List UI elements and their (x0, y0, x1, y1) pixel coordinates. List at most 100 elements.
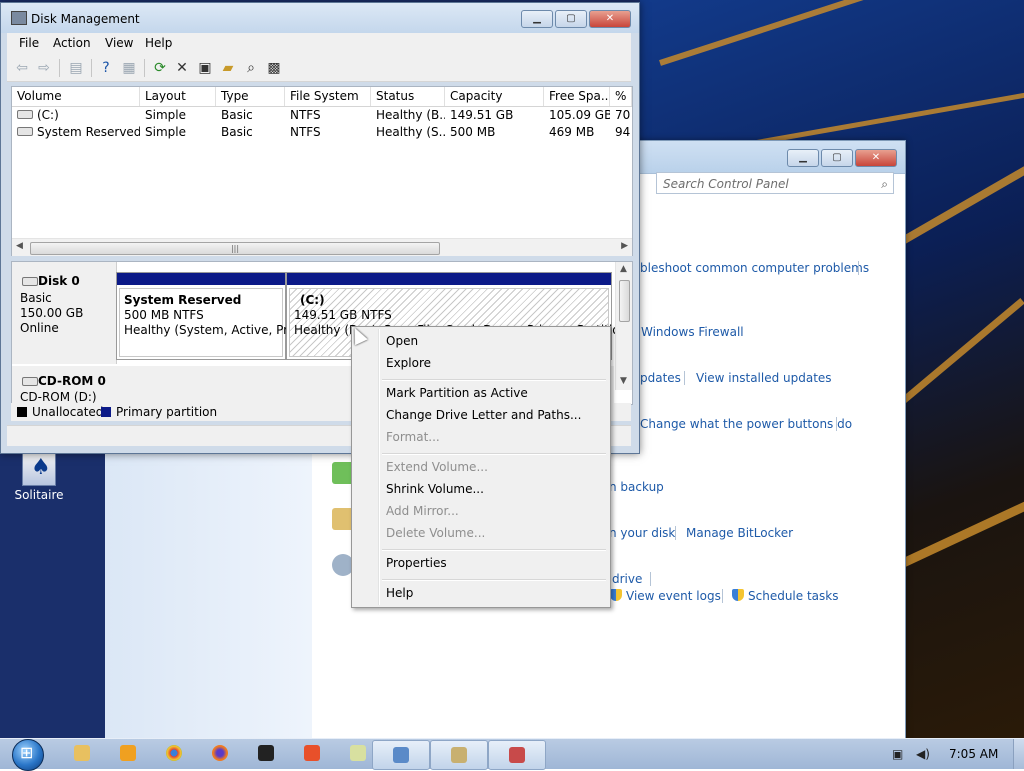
scrollbar-thumb[interactable] (619, 280, 630, 322)
scroll-down-icon[interactable]: ▼ (620, 376, 627, 386)
table-row[interactable]: (C:) Simple Basic NTFS Healthy (B... 149… (12, 107, 632, 124)
horizontal-scrollbar[interactable]: ◀ ||| ▶ (12, 238, 632, 256)
menu-action[interactable]: Action (53, 36, 91, 50)
disk-management-titlebar[interactable]: Disk Management ▁ ▢ ✕ (1, 3, 639, 33)
desktop-icon-solitaire[interactable]: Solitaire (10, 452, 68, 502)
cell-type: Basic (221, 108, 253, 122)
link-backup[interactable]: n backup (609, 480, 664, 494)
delete-icon[interactable]: ✕ (173, 59, 191, 77)
maximize-button[interactable]: ▢ (555, 10, 587, 28)
menu-item-mark-active[interactable]: Mark Partition as Active (386, 386, 528, 400)
search-icon[interactable]: ⌕ (242, 59, 260, 77)
action-pane-icon[interactable]: ▦ (120, 59, 138, 77)
taskbar-chrome[interactable] (162, 743, 186, 765)
minimize-button[interactable]: ▁ (521, 10, 553, 28)
link-view-event-logs[interactable]: View event logs (610, 589, 721, 603)
column-header-status[interactable]: Status (371, 87, 445, 106)
open-folder-icon[interactable]: ▰ (219, 59, 237, 77)
menu-item-help[interactable]: Help (386, 586, 413, 600)
toolbar-separator (144, 59, 145, 77)
search-icon[interactable]: ⌕ (881, 173, 888, 195)
scroll-right-icon[interactable]: ▶ (621, 241, 628, 251)
cell-volume: System Reserved (37, 125, 140, 139)
taskbar-notepad[interactable] (346, 743, 370, 765)
settings-icon[interactable]: ▩ (265, 59, 283, 77)
link-label: View event logs (626, 589, 721, 603)
menu-view[interactable]: View (105, 36, 133, 50)
menu-item-shrink-volume[interactable]: Shrink Volume... (386, 482, 484, 496)
scroll-up-icon[interactable]: ▲ (620, 264, 627, 274)
link-power-buttons[interactable]: Change what the power buttons do (640, 417, 852, 431)
maximize-button[interactable]: ▢ (821, 149, 853, 167)
table-row[interactable]: System Reserved Simple Basic NTFS Health… (12, 124, 632, 141)
disk-icon (22, 277, 38, 286)
link-manage-bitlocker[interactable]: Manage BitLocker (686, 526, 793, 540)
refresh-icon[interactable]: ⟳ (151, 59, 169, 77)
show-desktop-button[interactable] (1013, 739, 1024, 769)
link-disk[interactable]: n your disk (609, 526, 675, 540)
link-drive[interactable]: drive (612, 572, 642, 586)
link-troubleshoot[interactable]: bleshoot common computer problems (640, 261, 869, 275)
link-windows-updates[interactable]: pdates (640, 371, 681, 385)
menu-item-properties[interactable]: Properties (386, 556, 447, 570)
taskbar-7zip[interactable] (254, 743, 278, 765)
taskbar-control-panel[interactable] (430, 740, 488, 770)
start-button[interactable] (4, 739, 44, 771)
column-header-capacity[interactable]: Capacity (445, 87, 544, 106)
column-header-percent-free[interactable]: % F (610, 87, 632, 106)
taskbar-disk-management[interactable] (488, 740, 546, 770)
column-header-volume[interactable]: Volume (12, 87, 140, 106)
menu-help[interactable]: Help (145, 36, 172, 50)
shield-icon (610, 589, 622, 601)
taskbar-media-player[interactable] (116, 743, 140, 765)
column-header-layout[interactable]: Layout (140, 87, 216, 106)
legend-label: Primary partition (116, 405, 218, 419)
partition-body: System Reserved 500 MB NTFS Healthy (Sys… (119, 288, 303, 357)
column-header-file-system[interactable]: File System (285, 87, 371, 106)
remote-desktop-icon (393, 747, 409, 763)
taskbar-explorer[interactable] (70, 743, 94, 765)
toolbar-separator (59, 59, 60, 77)
forward-arrow-icon[interactable]: ⇨ (35, 59, 53, 77)
link-schedule-tasks[interactable]: Schedule tasks (732, 589, 838, 603)
link-view-installed-updates[interactable]: View installed updates (696, 371, 832, 385)
menu-separator (382, 549, 606, 551)
clock[interactable]: 7:05 AM (949, 747, 998, 761)
help-icon[interactable]: ? (97, 59, 115, 77)
legend-swatch-unallocated (17, 407, 27, 417)
cell-layout: Simple (145, 125, 186, 139)
cdrom-0-label[interactable]: CD-ROM 0 CD-ROM (D:) (12, 366, 117, 404)
menu-item-change-drive-letter[interactable]: Change Drive Letter and Paths... (386, 408, 581, 422)
control-panel-search-input[interactable]: Search Control Panel ⌕ (656, 172, 894, 194)
menu-item-explore[interactable]: Explore (386, 356, 431, 370)
column-header-type[interactable]: Type (216, 87, 285, 106)
7zip-icon (258, 745, 274, 761)
scroll-left-icon[interactable]: ◀ (16, 241, 23, 251)
taskbar-firefox[interactable] (208, 743, 232, 765)
cdrom-name: CD-ROM 0 (38, 374, 106, 388)
cell-status: Healthy (S... (376, 125, 445, 139)
close-button[interactable]: ✕ (589, 10, 631, 28)
volume-icon[interactable]: ◀) (916, 747, 930, 761)
cell-status: Healthy (B... (376, 108, 445, 122)
minimize-button[interactable]: ▁ (787, 149, 819, 167)
taskbar-brave[interactable] (300, 743, 324, 765)
close-button[interactable]: ✕ (855, 149, 897, 167)
volume-list[interactable]: Volume Layout Type File System Status Ca… (11, 86, 633, 256)
taskbar-remote-desktop[interactable] (372, 740, 430, 770)
network-icon[interactable]: ▣ (892, 747, 906, 761)
disk-kind: Basic (20, 291, 52, 305)
link-windows-firewall[interactable]: Windows Firewall (641, 325, 744, 339)
properties-icon[interactable]: ▣ (196, 59, 214, 77)
console-tree-icon[interactable]: ▤ (67, 59, 85, 77)
back-arrow-icon[interactable]: ⇦ (13, 59, 31, 77)
menu-file[interactable]: File (19, 36, 39, 50)
disk-0-label[interactable]: Disk 0 Basic 150.00 GB Online (12, 262, 117, 364)
menu-item-open[interactable]: Open (386, 334, 418, 348)
column-header-free-space[interactable]: Free Spa... (544, 87, 610, 106)
link-separator (836, 417, 837, 431)
vertical-scrollbar[interactable]: ▲ ▼ (615, 262, 632, 390)
legend-label: Unallocated (32, 405, 104, 419)
scrollbar-thumb[interactable]: ||| (30, 242, 440, 255)
partition-system-reserved[interactable]: System Reserved 500 MB NTFS Healthy (Sys… (116, 272, 303, 360)
